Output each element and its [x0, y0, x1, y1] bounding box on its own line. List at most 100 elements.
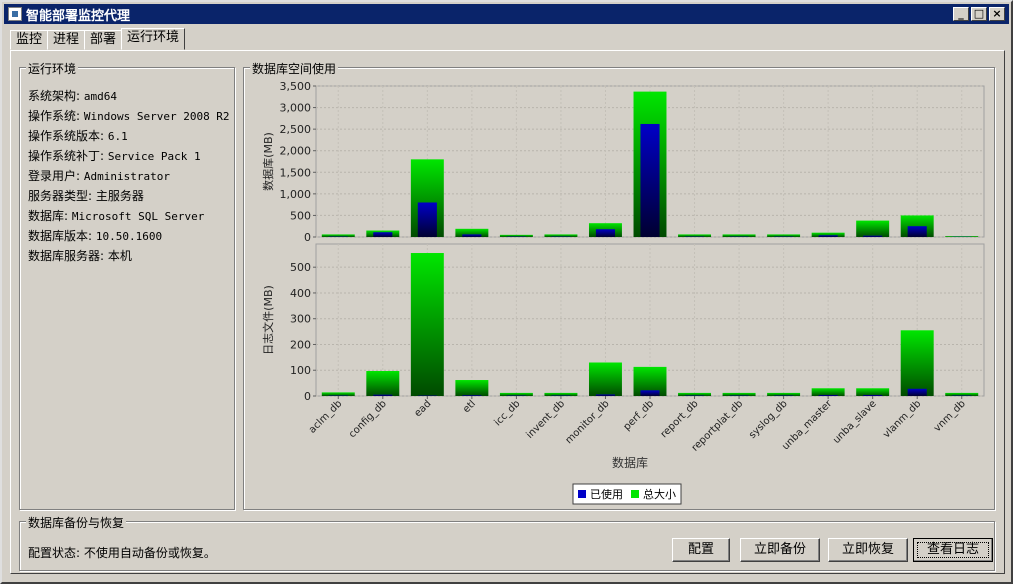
env-row: 操作系统补丁: Service Pack 1: [28, 146, 230, 166]
tab-deploy[interactable]: 部署: [84, 30, 123, 50]
env-label: 服务器类型:: [28, 189, 96, 203]
bar-used: [595, 229, 616, 237]
y-tick-label: 1,500: [280, 166, 312, 179]
bar-used: [506, 395, 526, 396]
env-row: 登录用户: Administrator: [28, 166, 230, 186]
minimize-button[interactable]: _: [953, 7, 969, 21]
env-value: Windows Server 2008 R2: [83, 110, 230, 123]
bar-used: [373, 394, 393, 396]
y-tick-label: 500: [290, 209, 311, 222]
x-tick-label: icc_db: [492, 398, 522, 428]
env-row: 服务器类型: 主服务器: [28, 186, 230, 206]
x-tick-label: perf_db: [622, 398, 657, 433]
backup-now-button[interactable]: 立即备份: [740, 538, 820, 562]
env-value: Microsoft SQL Server: [71, 210, 205, 223]
backup-groupbox: 数据库备份与恢复 配置状态: 不使用自动备份或恢复。 配置 立即备份 立即恢复 …: [19, 514, 995, 571]
env-label: 登录用户:: [28, 169, 84, 183]
x-tick-label: report_db: [659, 398, 701, 440]
bar-used: [818, 394, 838, 396]
x-axis-label: 数据库: [612, 455, 648, 470]
env-row: 系统架构: amd64: [28, 86, 230, 106]
env-value: 主服务器: [95, 189, 144, 203]
bar-used: [417, 202, 437, 237]
y-tick-label: 3,000: [280, 102, 312, 115]
bar-used: [907, 388, 927, 396]
bar-used: [373, 232, 393, 237]
x-tick-label: vnm_db: [932, 398, 968, 434]
env-value: amd64: [83, 90, 117, 103]
bar-total: [410, 253, 444, 396]
bar-total: [366, 371, 400, 396]
config-button[interactable]: 配置: [672, 538, 730, 562]
tab-content: 运行环境 系统架构: amd64 操作系统: Windows Server 20…: [10, 50, 1005, 574]
env-value: 6.1: [107, 130, 128, 143]
bar-total: [900, 330, 934, 396]
chart-group-title: 数据库空间使用: [250, 60, 339, 77]
maximize-button[interactable]: □: [971, 7, 987, 21]
y-tick-label: 0: [304, 390, 311, 403]
tab-monitor[interactable]: 监控: [10, 30, 49, 50]
bar-used: [863, 394, 883, 396]
env-value: Service Pack 1: [107, 150, 201, 163]
env-group-title: 运行环境: [26, 60, 79, 77]
window-title: 智能部署监控代理: [26, 8, 131, 24]
legend-swatch-total: [631, 490, 639, 498]
tab-runtime-env[interactable]: 运行环境: [121, 28, 186, 50]
bar-total: [856, 220, 890, 237]
bar-used: [774, 395, 794, 396]
x-tick-label: monitor_db: [564, 398, 612, 446]
y-tick-label: 3,500: [280, 80, 312, 93]
env-row: 数据库版本: 10.50.1600: [28, 226, 230, 246]
y-tick-label: 300: [290, 313, 311, 326]
env-value: 10.50.1600: [95, 230, 163, 243]
tab-process[interactable]: 进程: [47, 30, 86, 50]
env-label: 数据库:: [28, 209, 72, 223]
y-axis-label: 数据库(MB): [261, 132, 275, 191]
y-tick-label: 400: [290, 287, 311, 300]
env-groupbox: 运行环境 系统架构: amd64 操作系统: Windows Server 20…: [19, 60, 235, 510]
legend-swatch-used: [578, 490, 586, 498]
x-tick-label: aclm_db: [307, 398, 344, 435]
bar-used: [818, 235, 838, 237]
env-row: 操作系统版本: 6.1: [28, 126, 230, 146]
chart-panel: 0 500 1,000 1,500 2,000 2,500 3,000 3,500 数据库(MB…: [250, 78, 990, 508]
bar-used: [417, 395, 437, 396]
bar-used: [595, 394, 616, 396]
legend-label-used: 已使用: [590, 488, 623, 501]
y-tick-label: 2,000: [280, 145, 312, 158]
close-button[interactable]: ×: [989, 7, 1005, 21]
backup-status-text: 配置状态: 不使用自动备份或恢复。: [28, 546, 216, 560]
bar-used: [462, 234, 482, 237]
db-space-chart: 0 500 1,000 1,500 2,000 2,500 3,000 3,500 数据库(MB…: [261, 80, 985, 505]
x-tick-label: vlanm_db: [881, 398, 923, 440]
bar-used: [729, 395, 749, 396]
env-value: 本机: [107, 249, 132, 263]
bar-used: [328, 395, 348, 396]
backup-group-title: 数据库备份与恢复: [26, 514, 127, 531]
bar-total: [811, 388, 845, 396]
y-tick-label: 200: [290, 338, 311, 351]
y-tick-label: 1,000: [280, 188, 312, 201]
y-tick-label: 100: [290, 364, 311, 377]
bar-used: [952, 395, 972, 396]
main-window: 智能部署监控代理 _ □ × 监控 进程 部署 运行环境 运行环境 系统架构: …: [0, 0, 1013, 584]
bar-total: [856, 388, 890, 396]
bar-used: [462, 395, 482, 396]
env-value: Administrator: [83, 170, 170, 183]
tab-bar: 监控 进程 部署 运行环境: [10, 28, 186, 50]
title-bar[interactable]: 智能部署监控代理 _ □ ×: [4, 4, 1009, 24]
app-icon: [8, 7, 22, 21]
x-tick-label: invent_db: [525, 398, 568, 441]
y-tick-label: 500: [290, 261, 311, 274]
env-row: 操作系统: Windows Server 2008 R2: [28, 106, 230, 126]
view-log-button[interactable]: 查看日志: [913, 538, 993, 562]
env-list: 系统架构: amd64 操作系统: Windows Server 2008 R2…: [28, 86, 230, 266]
y-tick-label: 0: [304, 231, 311, 244]
restore-now-button[interactable]: 立即恢复: [828, 538, 908, 562]
x-tick-label: ead: [412, 398, 433, 419]
bar-total: [321, 392, 355, 396]
y-axis-label: 日志文件(MB): [261, 285, 275, 355]
bar-used: [684, 395, 705, 396]
env-row: 数据库: Microsoft SQL Server: [28, 206, 230, 226]
chart-groupbox: 数据库空间使用 0 500 1,000 1,500 2,000 2,500 3,000 3,5…: [243, 60, 995, 510]
